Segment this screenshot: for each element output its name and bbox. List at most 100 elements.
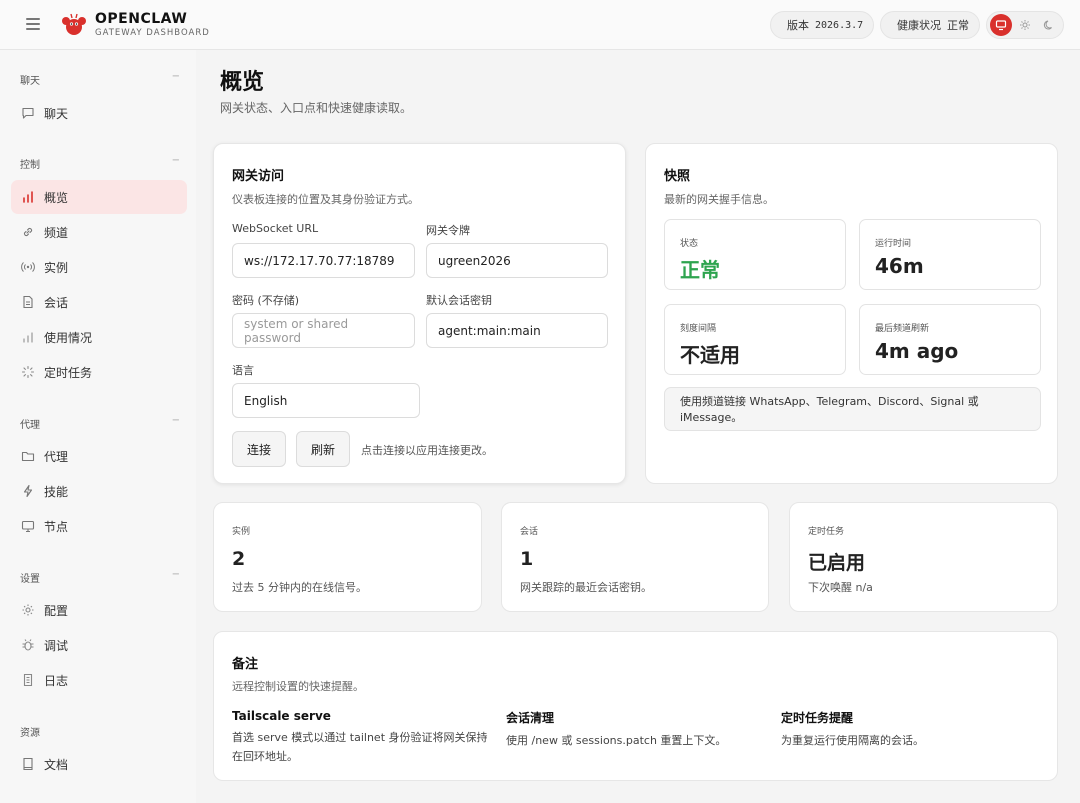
sidebar-item-usage[interactable]: 使用情况 (11, 320, 187, 354)
note-session-cleanup: 会话清理 使用 /new 或 sessions.patch 重置上下文。 (506, 709, 771, 750)
channel-info-callout: 使用频道链接 WhatsApp、Telegram、Discord、Signal … (664, 387, 1041, 431)
sidebar-item-label: 概览 (44, 190, 69, 205)
card-description: 仪表板连接的位置及其身份验证方式。 (232, 193, 419, 206)
stat-label: 运行时间 (875, 239, 912, 249)
collapse-icon[interactable]: − (172, 155, 180, 166)
light-theme-button[interactable] (1014, 14, 1036, 36)
monitor-icon (21, 520, 35, 533)
moon-icon (1043, 20, 1052, 30)
session-key-label: 默认会话密钥 (426, 294, 492, 307)
summary-value: 已启用 (808, 552, 866, 574)
stat-label: 最后频道刷新 (875, 324, 930, 334)
brand-title: OPENCLAW (95, 11, 188, 27)
password-input[interactable]: system or shared password (232, 313, 415, 348)
lobster-logo-icon (62, 13, 86, 35)
refresh-button[interactable]: 刷新 (296, 431, 350, 467)
sidebar-item-label: 聊天 (44, 106, 69, 121)
note-heading: 会话清理 (506, 711, 555, 725)
sidebar-item-label: 会话 (44, 295, 69, 310)
brand-subtitle: GATEWAY DASHBOARD (95, 28, 210, 38)
bug-icon (22, 639, 34, 651)
sidebar-item-label: 节点 (44, 519, 69, 534)
status-stat: 状态 正常 (664, 219, 846, 290)
summary-label: 实例 (232, 527, 251, 537)
sidebar-item-overview[interactable]: 概览 (11, 180, 187, 214)
collapse-icon[interactable]: − (172, 569, 180, 580)
version-label: 版本 (787, 19, 809, 32)
sidebar-item-label: 配置 (44, 603, 69, 618)
summary-desc: 过去 5 分钟内的在线信号。 (232, 581, 367, 594)
uptime-stat: 运行时间 46m (859, 219, 1041, 290)
password-label: 密码 (不存储) (232, 294, 300, 307)
websocket-label: WebSocket URL (232, 222, 319, 235)
stat-value: 正常 (680, 258, 720, 282)
note-heading: 定时任务提醒 (781, 711, 854, 725)
card-description: 最新的网关握手信息。 (664, 193, 774, 206)
summary-label: 定时任务 (808, 527, 845, 537)
sidebar-item-chat[interactable]: 聊天 (11, 96, 187, 130)
sidebar-item-cron[interactable]: 定时任务 (11, 355, 187, 389)
sidebar-group-agents: 代理 − (20, 415, 180, 431)
sidebar-item-label: 频道 (44, 225, 69, 240)
sidebar-item-instances[interactable]: 实例 (11, 250, 187, 284)
language-select[interactable]: English (232, 383, 420, 418)
sidebar-item-skills[interactable]: 技能 (11, 474, 187, 508)
sidebar-group-chat: 聊天 − (20, 71, 180, 87)
token-label: 网关令牌 (426, 224, 470, 237)
sidebar-item-label: 定时任务 (44, 365, 93, 380)
health-value: 正常 (947, 19, 969, 32)
note-body: 使用 /new 或 sessions.patch 重置上下文。 (506, 734, 727, 747)
health-label: 健康状况 (897, 19, 941, 32)
stat-label: 状态 (680, 239, 699, 249)
stat-label: 刻度间隔 (680, 324, 717, 334)
sidebar-item-label: 使用情况 (44, 330, 93, 345)
system-theme-button[interactable] (990, 14, 1012, 36)
spinner-icon (21, 365, 35, 379)
note-cron-reminder: 定时任务提醒 为重复运行使用隔离的会话。 (781, 709, 1046, 750)
last-refresh-stat: 最后频道刷新 4m ago (859, 304, 1041, 375)
stat-value: 不适用 (680, 343, 740, 367)
sidebar: 聊天 − 聊天 控制 − 概览 频道 实例 会话 使用情况 定时任务 代理 − 代理 … (0, 50, 196, 803)
note-tailscale: Tailscale serve 首选 serve 模式以通过 tailnet 身… (232, 709, 497, 766)
summary-label: 会话 (520, 527, 539, 537)
top-bar: OPENCLAW GATEWAY DASHBOARD 版本 2026.3.7 健… (0, 0, 1080, 50)
websocket-url-input[interactable]: ws://172.17.70.77:18789 (232, 243, 415, 278)
sidebar-item-nodes[interactable]: 节点 (11, 509, 187, 543)
sidebar-item-label: 文档 (44, 757, 69, 772)
gateway-token-input[interactable]: ugreen2026 (426, 243, 608, 278)
gateway-access-card: 网关访问 仪表板连接的位置及其身份验证方式。 WebSocket URL ws:… (213, 143, 626, 484)
sidebar-item-label: 调试 (44, 638, 69, 653)
document-icon (23, 295, 33, 309)
session-key-input[interactable]: agent:main:main (426, 313, 608, 348)
folder-icon (21, 451, 35, 462)
sidebar-item-debug[interactable]: 调试 (11, 628, 187, 662)
snapshot-card: 快照 最新的网关握手信息。 状态 正常 运行时间 46m 刻度间隔 不适用 最后… (645, 143, 1058, 484)
dark-theme-button[interactable] (1038, 14, 1060, 36)
connect-button[interactable]: 连接 (232, 431, 286, 467)
sidebar-group-control: 控制 − (20, 155, 180, 171)
summary-value: 2 (232, 548, 246, 570)
sidebar-item-label: 技能 (44, 484, 69, 499)
sidebar-item-sessions[interactable]: 会话 (11, 285, 187, 319)
bar-chart-icon (23, 191, 33, 203)
collapse-icon[interactable]: − (172, 415, 180, 426)
page-title: 概览 (220, 70, 265, 95)
card-title: 备注 (232, 657, 259, 672)
usage-bars-icon (23, 332, 33, 343)
brand: OPENCLAW GATEWAY DASHBOARD (95, 11, 210, 39)
sidebar-item-config[interactable]: 配置 (11, 593, 187, 627)
sidebar-item-logs[interactable]: 日志 (11, 663, 187, 697)
broadcast-icon (21, 262, 35, 272)
book-icon (23, 757, 33, 771)
note-heading: Tailscale serve (232, 709, 331, 723)
menu-icon[interactable] (26, 18, 40, 30)
sidebar-item-label: 日志 (44, 673, 69, 688)
sidebar-item-channels[interactable]: 频道 (11, 215, 187, 249)
card-title: 网关访问 (232, 169, 285, 184)
sidebar-item-docs[interactable]: 文档 (11, 747, 187, 781)
sidebar-item-agents[interactable]: 代理 (11, 439, 187, 473)
sessions-summary-card: 会话 1 网关跟踪的最近会话密钥。 (501, 502, 769, 612)
collapse-icon[interactable]: − (172, 71, 180, 82)
instances-summary-card: 实例 2 过去 5 分钟内的在线信号。 (213, 502, 482, 612)
tick-interval-stat: 刻度间隔 不适用 (664, 304, 846, 375)
